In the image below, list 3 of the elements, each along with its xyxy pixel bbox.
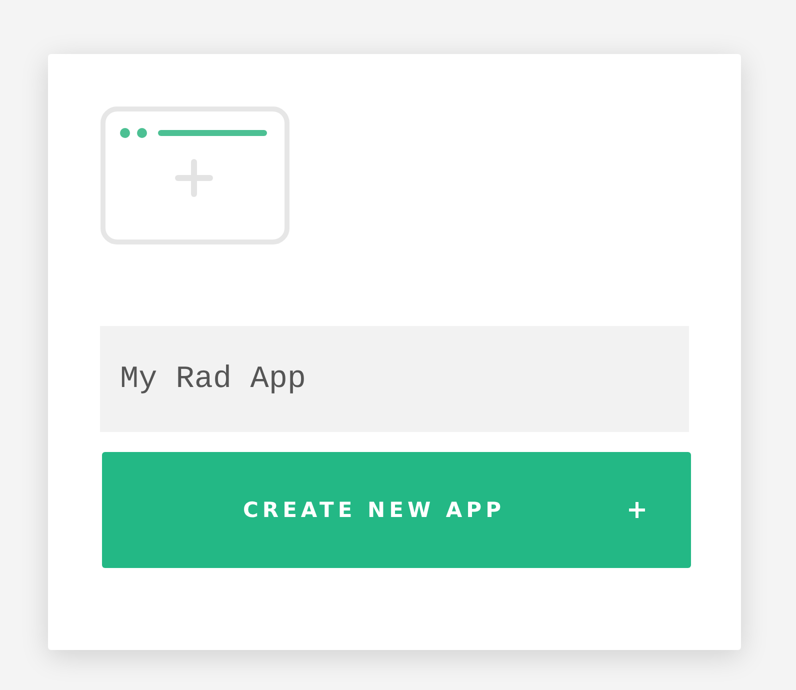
plus-icon bbox=[628, 501, 646, 519]
new-window-icon bbox=[100, 106, 290, 245]
app-name-field[interactable]: My Rad App bbox=[100, 326, 689, 432]
